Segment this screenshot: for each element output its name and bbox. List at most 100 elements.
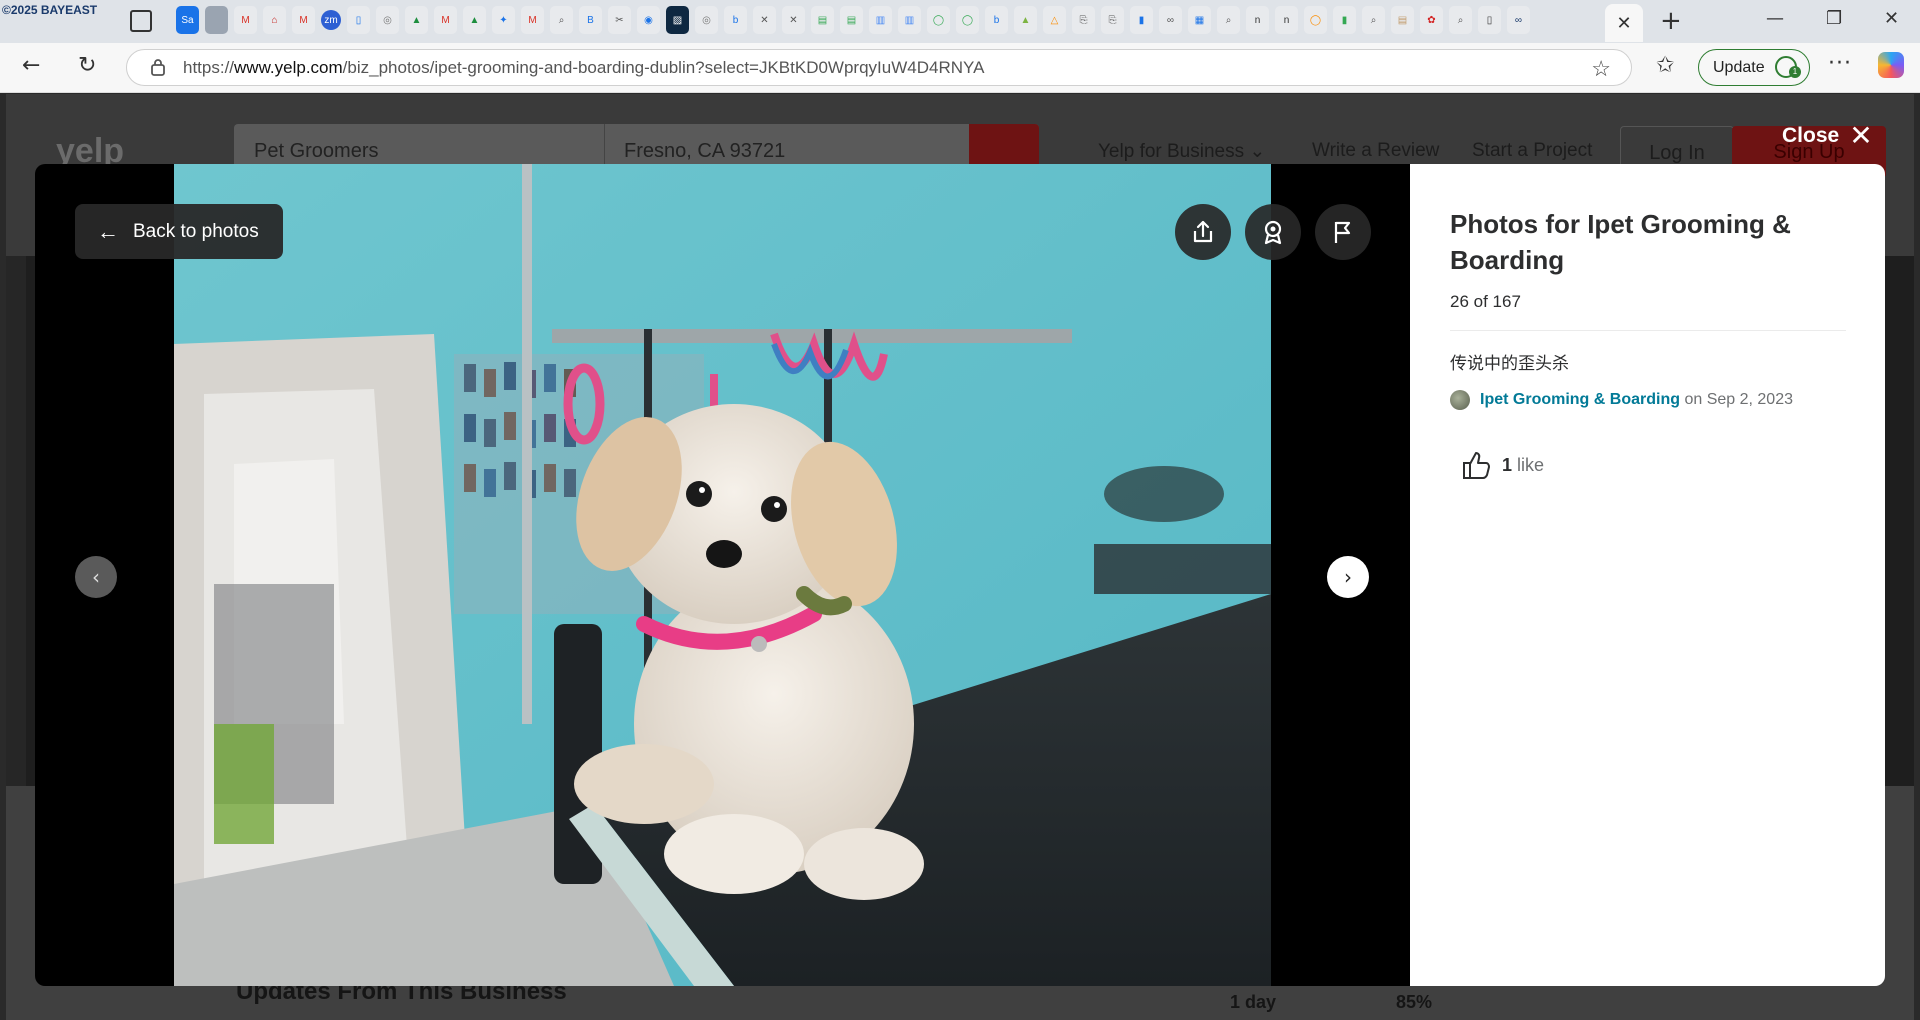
tab-favicon[interactable]: b xyxy=(724,6,747,34)
address-bar: ← ↻ https://www.yelp.com/biz_photos/ipet… xyxy=(0,43,1920,93)
tab-favicon[interactable]: b xyxy=(985,6,1008,34)
photo-count: 26 of 167 xyxy=(1450,292,1521,311)
like-count: 1 xyxy=(1502,454,1513,475)
tab-favicon[interactable]: ⌂ xyxy=(263,6,286,34)
tab-favicon[interactable]: B xyxy=(579,6,602,34)
tab-favicon[interactable]: ⎘ xyxy=(1072,6,1095,34)
thumbs-up-icon xyxy=(1463,452,1490,479)
update-button[interactable]: Update 1 xyxy=(1698,49,1810,86)
tab-favicon[interactable]: ∞ xyxy=(1507,6,1530,34)
tab-favicon[interactable]: △ xyxy=(1043,6,1066,34)
back-to-photos-button[interactable]: ← Back to photos xyxy=(75,204,283,259)
tab-favicon[interactable]: Sa xyxy=(176,6,199,34)
tab-favicon[interactable]: ▦ xyxy=(1188,6,1211,34)
tab-favicon[interactable]: ⌕ xyxy=(1217,6,1240,34)
url-prefix: https:// xyxy=(183,57,235,77)
tab-favicon[interactable]: ⎘ xyxy=(1101,6,1124,34)
tab-favicon[interactable]: ▲ xyxy=(463,6,486,34)
close-button[interactable]: Close ✕ xyxy=(1782,120,1873,151)
avatar[interactable] xyxy=(1450,390,1470,410)
tab-favicon[interactable]: ▮ xyxy=(1130,6,1153,34)
previous-photo-button[interactable]: ‹ xyxy=(75,556,117,598)
tab-favicon[interactable]: ◎ xyxy=(695,6,718,34)
tab-favicon[interactable]: ✕ xyxy=(753,6,776,34)
award-icon xyxy=(1264,220,1282,245)
tab-favicon[interactable]: M xyxy=(292,6,315,34)
tab-favicon[interactable]: ◯ xyxy=(927,6,950,34)
tab-favicon[interactable]: ▤ xyxy=(1391,6,1414,34)
tab-favicon[interactable]: ▥ xyxy=(869,6,892,34)
tab-favicon[interactable]: ▯ xyxy=(347,6,370,34)
tab-favicon[interactable]: ◯ xyxy=(956,6,979,34)
url-path: /biz_photos/ipet-grooming-and-boarding-d… xyxy=(342,57,985,77)
stat-response-time: 1 day xyxy=(1230,992,1277,1012)
report-button[interactable] xyxy=(1315,204,1371,260)
tab-favicon[interactable] xyxy=(205,6,228,34)
tab-active-yelp[interactable]: ✕ xyxy=(1605,4,1643,42)
tab-favicon[interactable]: zm xyxy=(321,10,341,30)
modal-title: Photos for Ipet Grooming & Boarding xyxy=(1450,209,1791,275)
like-button[interactable]: 1 like xyxy=(1450,448,1845,482)
tab-favicon[interactable]: ▯ xyxy=(1478,6,1501,34)
favorites-icon[interactable]: ✩ xyxy=(1656,53,1674,78)
photo-viewer: ← Back to photos ‹ › xyxy=(35,164,1410,986)
close-label: Close xyxy=(1782,124,1840,147)
tab-favicon[interactable]: ◎ xyxy=(376,6,399,34)
close-icon: ✕ xyxy=(1849,120,1873,151)
tab-favicon[interactable]: ▮ xyxy=(1333,6,1356,34)
tab-favicon[interactable]: ⌕ xyxy=(1362,6,1385,34)
nav-yelp-for-business: Yelp for Business ⌄ xyxy=(1098,141,1266,162)
arrow-left-icon: ← xyxy=(97,218,119,244)
tab-strip: Sa M ⌂ M zm ▯ ◎ ▲ M ▲ ✦ M ⌕ B ✂ ◉ ▨ ◎ b … xyxy=(176,6,1530,34)
tab-favicon[interactable]: ⌕ xyxy=(550,6,573,34)
dog-photo xyxy=(174,164,1271,986)
photo-caption: 传说中的歪头杀 xyxy=(1450,354,1569,374)
tab-favicon[interactable]: M xyxy=(521,6,544,34)
favorite-star-icon[interactable]: ☆ xyxy=(1591,56,1611,82)
back-nav-icon[interactable]: ← xyxy=(22,53,40,78)
share-icon xyxy=(1193,220,1213,243)
tab-favicon[interactable]: M xyxy=(234,6,257,34)
tab-favicon[interactable]: ⌕ xyxy=(1449,6,1472,34)
share-button[interactable] xyxy=(1175,204,1231,260)
tab-favicon[interactable]: n xyxy=(1246,6,1269,34)
tab-favicon[interactable]: ▨ xyxy=(666,6,689,34)
chevron-left-icon: ‹ xyxy=(92,565,100,589)
tab-favicon[interactable]: ✦ xyxy=(492,6,515,34)
photo-modal: ← Back to photos ‹ › Photos for Ipet Gro… xyxy=(35,164,1885,986)
reload-icon[interactable]: ↻ xyxy=(78,53,96,78)
tab-favicon[interactable]: ∞ xyxy=(1159,6,1182,34)
tab-favicon[interactable]: ▤ xyxy=(811,6,834,34)
tab-favicon[interactable]: ▲ xyxy=(1014,6,1037,34)
window-close-icon[interactable]: ✕ xyxy=(1884,8,1899,29)
more-options-icon[interactable]: ··· xyxy=(1828,51,1852,76)
divider xyxy=(1450,330,1846,331)
tab-favicon[interactable]: n xyxy=(1275,6,1298,34)
tab-actions-icon[interactable] xyxy=(130,10,152,32)
tab-favicon[interactable]: ▲ xyxy=(405,6,428,34)
new-tab-icon[interactable]: + xyxy=(1660,6,1682,36)
tab-favicon[interactable]: ✕ xyxy=(782,6,805,34)
url-field[interactable]: https://www.yelp.com/biz_photos/ipet-gro… xyxy=(126,49,1632,86)
next-photo-button[interactable]: › xyxy=(1327,556,1369,598)
tab-favicon[interactable]: ▤ xyxy=(840,6,863,34)
tab-favicon[interactable]: ▥ xyxy=(898,6,921,34)
update-badge: 1 xyxy=(1789,66,1801,78)
tab-favicon[interactable]: M xyxy=(434,6,457,34)
stat-response-rate: 85% xyxy=(1396,992,1433,1012)
minimize-icon[interactable]: — xyxy=(1766,8,1784,29)
url-host: www.yelp.com xyxy=(234,57,343,77)
photo-date: on Sep 2, 2023 xyxy=(1684,391,1793,408)
copilot-icon[interactable] xyxy=(1878,52,1904,78)
chevron-right-icon: › xyxy=(1344,565,1352,589)
tab-favicon[interactable]: ◯ xyxy=(1304,6,1327,34)
restore-icon[interactable]: ❐ xyxy=(1826,8,1842,29)
photo-credit: Ipet Grooming & Boarding on Sep 2, 2023 xyxy=(1450,390,1845,410)
tab-favicon[interactable]: ◉ xyxy=(637,6,660,34)
nav-start-project: Start a Project xyxy=(1472,140,1593,161)
tab-favicon[interactable]: ✂ xyxy=(608,6,631,34)
business-link[interactable]: Ipet Grooming & Boarding xyxy=(1480,391,1680,408)
watermark: ©2025 BAYEAST xyxy=(2,3,98,17)
tab-favicon[interactable]: ✿ xyxy=(1420,6,1443,34)
compliment-button[interactable] xyxy=(1245,204,1301,260)
